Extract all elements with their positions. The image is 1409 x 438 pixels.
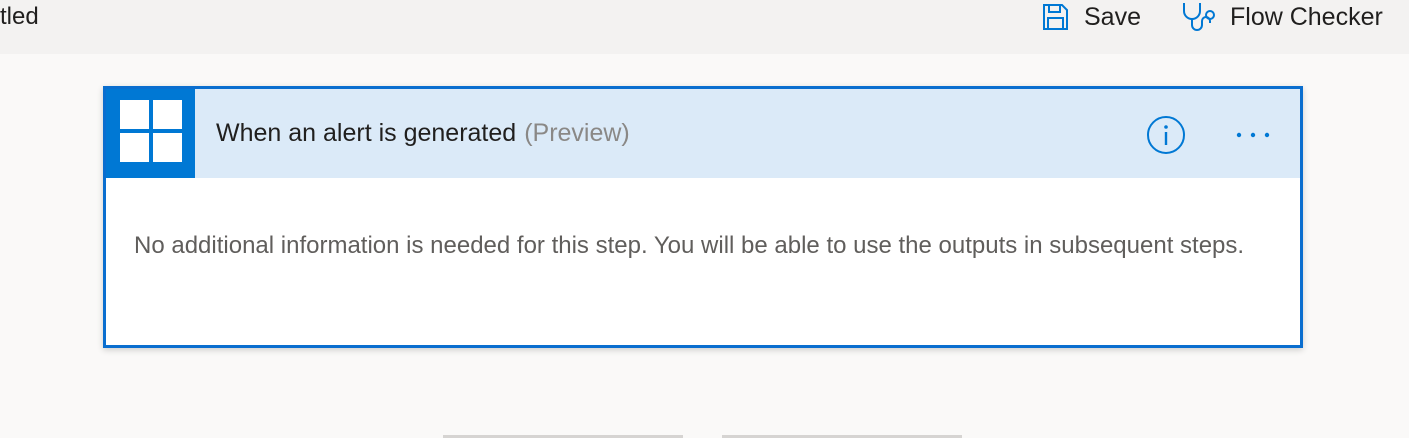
trigger-card-header[interactable]: When an alert is generated (Preview): [106, 89, 1300, 178]
save-label: Save: [1084, 2, 1141, 31]
save-button[interactable]: Save: [1040, 0, 1141, 34]
connector-tile: [106, 89, 195, 178]
trigger-title: When an alert is generated (Preview): [216, 89, 630, 178]
flow-checker-label: Flow Checker: [1230, 2, 1383, 31]
trigger-card[interactable]: When an alert is generated (Preview) No a…: [103, 86, 1303, 348]
stethoscope-icon: [1180, 1, 1216, 33]
info-icon[interactable]: [1146, 115, 1186, 155]
trigger-title-text: When an alert is generated: [216, 119, 517, 147]
floppy-disk-icon: [1040, 2, 1070, 32]
preview-tag: (Preview): [524, 119, 630, 147]
windows-logo-icon: [119, 100, 182, 167]
trigger-description: No additional information is needed for …: [134, 232, 1245, 259]
flow-title[interactable]: tled: [0, 0, 39, 34]
command-bar: tled Save Flow Checker: [0, 0, 1409, 54]
more-options-icon[interactable]: [1231, 123, 1275, 147]
flow-checker-button[interactable]: Flow Checker: [1180, 0, 1383, 34]
